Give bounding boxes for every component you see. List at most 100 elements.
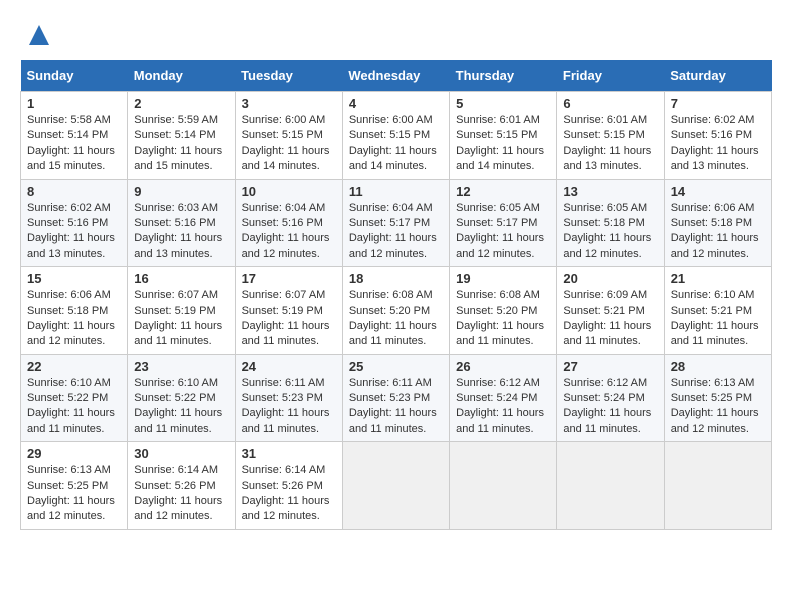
- day-number: 15: [27, 271, 121, 286]
- day-info: Sunrise: 6:13 AM Sunset: 5:25 PM Dayligh…: [671, 376, 765, 438]
- day-number: 16: [134, 271, 228, 286]
- calendar-day-cell: 4 Sunrise: 6:00 AM Sunset: 5:15 PM Dayli…: [342, 92, 449, 180]
- day-info: Sunrise: 6:08 AM Sunset: 5:20 PM Dayligh…: [456, 288, 550, 350]
- calendar-day-cell: 22 Sunrise: 6:10 AM Sunset: 5:22 PM Dayl…: [21, 354, 128, 442]
- day-info: Sunrise: 6:01 AM Sunset: 5:15 PM Dayligh…: [456, 113, 550, 175]
- day-number: 24: [242, 359, 336, 374]
- calendar-day-cell: 29 Sunrise: 6:13 AM Sunset: 5:25 PM Dayl…: [21, 442, 128, 530]
- calendar-day-cell: [557, 442, 664, 530]
- day-number: 26: [456, 359, 550, 374]
- day-info: Sunrise: 5:58 AM Sunset: 5:14 PM Dayligh…: [27, 113, 121, 175]
- day-info: Sunrise: 6:02 AM Sunset: 5:16 PM Dayligh…: [671, 113, 765, 175]
- calendar-day-cell: [342, 442, 449, 530]
- day-info: Sunrise: 6:00 AM Sunset: 5:15 PM Dayligh…: [242, 113, 336, 175]
- weekday-header: Saturday: [664, 60, 771, 92]
- day-number: 7: [671, 96, 765, 111]
- calendar-day-cell: 1 Sunrise: 5:58 AM Sunset: 5:14 PM Dayli…: [21, 92, 128, 180]
- day-info: Sunrise: 6:08 AM Sunset: 5:20 PM Dayligh…: [349, 288, 443, 350]
- calendar-week-row: 1 Sunrise: 5:58 AM Sunset: 5:14 PM Dayli…: [21, 92, 772, 180]
- day-number: 10: [242, 184, 336, 199]
- day-info: Sunrise: 6:06 AM Sunset: 5:18 PM Dayligh…: [27, 288, 121, 350]
- day-number: 13: [563, 184, 657, 199]
- day-number: 30: [134, 446, 228, 461]
- calendar-day-cell: 6 Sunrise: 6:01 AM Sunset: 5:15 PM Dayli…: [557, 92, 664, 180]
- weekday-header: Thursday: [450, 60, 557, 92]
- calendar-day-cell: 7 Sunrise: 6:02 AM Sunset: 5:16 PM Dayli…: [664, 92, 771, 180]
- calendar-week-row: 15 Sunrise: 6:06 AM Sunset: 5:18 PM Dayl…: [21, 267, 772, 355]
- day-info: Sunrise: 6:10 AM Sunset: 5:21 PM Dayligh…: [671, 288, 765, 350]
- day-info: Sunrise: 6:05 AM Sunset: 5:17 PM Dayligh…: [456, 201, 550, 263]
- weekday-header: Wednesday: [342, 60, 449, 92]
- calendar-day-cell: 23 Sunrise: 6:10 AM Sunset: 5:22 PM Dayl…: [128, 354, 235, 442]
- calendar-day-cell: 8 Sunrise: 6:02 AM Sunset: 5:16 PM Dayli…: [21, 179, 128, 267]
- calendar-header-row: SundayMondayTuesdayWednesdayThursdayFrid…: [21, 60, 772, 92]
- day-number: 11: [349, 184, 443, 199]
- weekday-header: Monday: [128, 60, 235, 92]
- day-number: 5: [456, 96, 550, 111]
- day-number: 12: [456, 184, 550, 199]
- day-number: 9: [134, 184, 228, 199]
- calendar-day-cell: 10 Sunrise: 6:04 AM Sunset: 5:16 PM Dayl…: [235, 179, 342, 267]
- day-number: 1: [27, 96, 121, 111]
- day-info: Sunrise: 6:07 AM Sunset: 5:19 PM Dayligh…: [134, 288, 228, 350]
- calendar-day-cell: 26 Sunrise: 6:12 AM Sunset: 5:24 PM Dayl…: [450, 354, 557, 442]
- day-number: 29: [27, 446, 121, 461]
- calendar-day-cell: 25 Sunrise: 6:11 AM Sunset: 5:23 PM Dayl…: [342, 354, 449, 442]
- calendar-day-cell: 12 Sunrise: 6:05 AM Sunset: 5:17 PM Dayl…: [450, 179, 557, 267]
- day-info: Sunrise: 6:10 AM Sunset: 5:22 PM Dayligh…: [27, 376, 121, 438]
- day-info: Sunrise: 6:04 AM Sunset: 5:17 PM Dayligh…: [349, 201, 443, 263]
- calendar-day-cell: 5 Sunrise: 6:01 AM Sunset: 5:15 PM Dayli…: [450, 92, 557, 180]
- calendar-day-cell: 17 Sunrise: 6:07 AM Sunset: 5:19 PM Dayl…: [235, 267, 342, 355]
- day-info: Sunrise: 6:10 AM Sunset: 5:22 PM Dayligh…: [134, 376, 228, 438]
- calendar-day-cell: 16 Sunrise: 6:07 AM Sunset: 5:19 PM Dayl…: [128, 267, 235, 355]
- day-info: Sunrise: 6:14 AM Sunset: 5:26 PM Dayligh…: [242, 463, 336, 525]
- day-number: 20: [563, 271, 657, 286]
- day-number: 28: [671, 359, 765, 374]
- logo-icon: [24, 20, 54, 50]
- weekday-header: Sunday: [21, 60, 128, 92]
- day-number: 8: [27, 184, 121, 199]
- day-info: Sunrise: 6:13 AM Sunset: 5:25 PM Dayligh…: [27, 463, 121, 525]
- day-number: 4: [349, 96, 443, 111]
- day-info: Sunrise: 6:05 AM Sunset: 5:18 PM Dayligh…: [563, 201, 657, 263]
- day-info: Sunrise: 6:11 AM Sunset: 5:23 PM Dayligh…: [242, 376, 336, 438]
- day-number: 14: [671, 184, 765, 199]
- day-number: 19: [456, 271, 550, 286]
- day-info: Sunrise: 6:12 AM Sunset: 5:24 PM Dayligh…: [456, 376, 550, 438]
- calendar-day-cell: [664, 442, 771, 530]
- day-number: 31: [242, 446, 336, 461]
- logo: [20, 20, 54, 50]
- day-number: 3: [242, 96, 336, 111]
- calendar-day-cell: 18 Sunrise: 6:08 AM Sunset: 5:20 PM Dayl…: [342, 267, 449, 355]
- calendar-day-cell: 19 Sunrise: 6:08 AM Sunset: 5:20 PM Dayl…: [450, 267, 557, 355]
- day-number: 17: [242, 271, 336, 286]
- day-info: Sunrise: 6:06 AM Sunset: 5:18 PM Dayligh…: [671, 201, 765, 263]
- day-info: Sunrise: 6:14 AM Sunset: 5:26 PM Dayligh…: [134, 463, 228, 525]
- day-number: 22: [27, 359, 121, 374]
- day-info: Sunrise: 6:04 AM Sunset: 5:16 PM Dayligh…: [242, 201, 336, 263]
- calendar-day-cell: 21 Sunrise: 6:10 AM Sunset: 5:21 PM Dayl…: [664, 267, 771, 355]
- day-info: Sunrise: 6:01 AM Sunset: 5:15 PM Dayligh…: [563, 113, 657, 175]
- day-info: Sunrise: 6:03 AM Sunset: 5:16 PM Dayligh…: [134, 201, 228, 263]
- calendar-day-cell: 15 Sunrise: 6:06 AM Sunset: 5:18 PM Dayl…: [21, 267, 128, 355]
- calendar-day-cell: 11 Sunrise: 6:04 AM Sunset: 5:17 PM Dayl…: [342, 179, 449, 267]
- calendar-day-cell: 13 Sunrise: 6:05 AM Sunset: 5:18 PM Dayl…: [557, 179, 664, 267]
- day-info: Sunrise: 6:00 AM Sunset: 5:15 PM Dayligh…: [349, 113, 443, 175]
- calendar-day-cell: 20 Sunrise: 6:09 AM Sunset: 5:21 PM Dayl…: [557, 267, 664, 355]
- weekday-header: Friday: [557, 60, 664, 92]
- calendar-day-cell: 27 Sunrise: 6:12 AM Sunset: 5:24 PM Dayl…: [557, 354, 664, 442]
- calendar-day-cell: 28 Sunrise: 6:13 AM Sunset: 5:25 PM Dayl…: [664, 354, 771, 442]
- day-info: Sunrise: 6:11 AM Sunset: 5:23 PM Dayligh…: [349, 376, 443, 438]
- calendar-day-cell: 30 Sunrise: 6:14 AM Sunset: 5:26 PM Dayl…: [128, 442, 235, 530]
- day-number: 2: [134, 96, 228, 111]
- calendar-day-cell: 31 Sunrise: 6:14 AM Sunset: 5:26 PM Dayl…: [235, 442, 342, 530]
- day-info: Sunrise: 6:07 AM Sunset: 5:19 PM Dayligh…: [242, 288, 336, 350]
- page-header: [20, 20, 772, 50]
- calendar-day-cell: 9 Sunrise: 6:03 AM Sunset: 5:16 PM Dayli…: [128, 179, 235, 267]
- calendar-body: 1 Sunrise: 5:58 AM Sunset: 5:14 PM Dayli…: [21, 92, 772, 530]
- day-number: 23: [134, 359, 228, 374]
- calendar-day-cell: 2 Sunrise: 5:59 AM Sunset: 5:14 PM Dayli…: [128, 92, 235, 180]
- calendar-day-cell: 3 Sunrise: 6:00 AM Sunset: 5:15 PM Dayli…: [235, 92, 342, 180]
- day-number: 27: [563, 359, 657, 374]
- calendar-day-cell: [450, 442, 557, 530]
